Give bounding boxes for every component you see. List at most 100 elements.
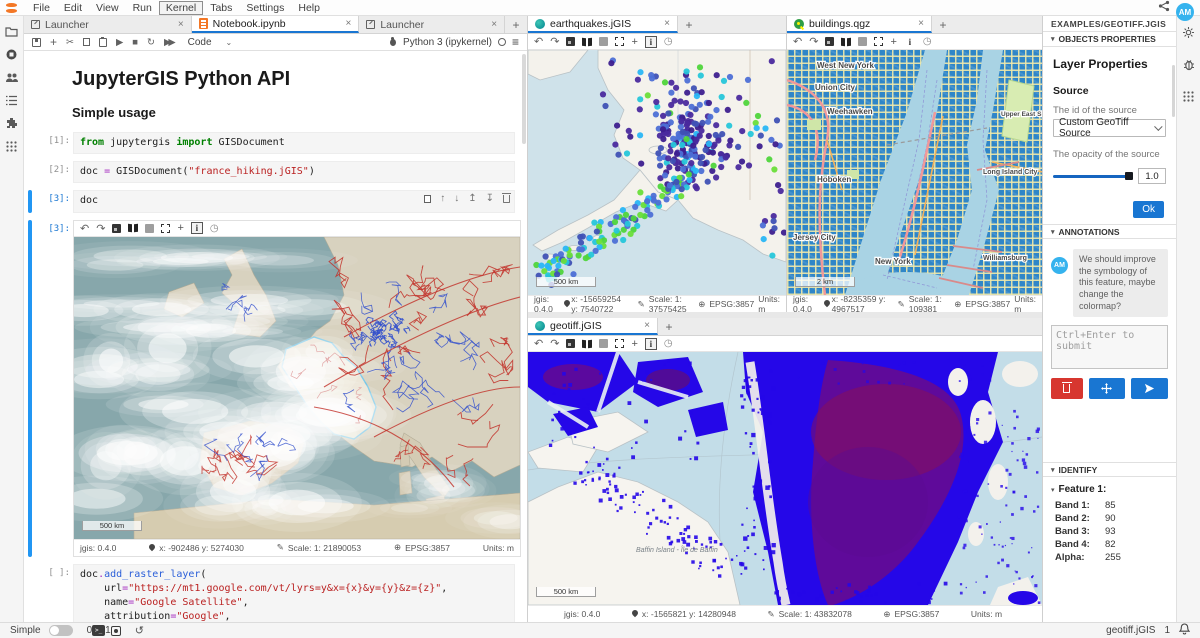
tab-launcher-2[interactable]: Launcher × xyxy=(359,16,505,33)
new-raster-layer-icon[interactable] xyxy=(566,37,575,46)
new-raster-layer-icon[interactable] xyxy=(825,37,834,46)
new-vector-layer-icon[interactable] xyxy=(599,37,608,46)
save-icon[interactable] xyxy=(32,38,41,47)
identify-section-header[interactable]: ▾ IDENTIFY xyxy=(1043,462,1176,477)
new-tab-button[interactable]: + xyxy=(658,318,680,335)
running-sessions-icon[interactable] xyxy=(5,47,19,61)
share-icon[interactable] xyxy=(1158,0,1170,17)
cell-type-dropdown[interactable]: Code⌄ xyxy=(188,37,233,48)
extent-icon[interactable] xyxy=(874,37,883,46)
layer-browser-icon[interactable] xyxy=(128,224,138,232)
geotiff-map[interactable]: Baffin Island - Île de Baffin 500 km xyxy=(528,352,1042,605)
history-icon[interactable]: ↺ xyxy=(135,624,144,637)
menu-edit[interactable]: Edit xyxy=(57,1,89,15)
close-tab-icon[interactable]: × xyxy=(634,320,650,331)
undo-icon[interactable]: ↶ xyxy=(534,337,543,350)
menu-tabs[interactable]: Tabs xyxy=(203,1,239,15)
paste-cell-icon[interactable] xyxy=(99,38,107,47)
identify-tool-icon[interactable]: i xyxy=(904,36,916,48)
close-tab-icon[interactable]: × xyxy=(654,18,670,29)
active-code-cell[interactable]: [3]: doc ↑ ↓ ↥ ↧ xyxy=(28,190,515,212)
notebook-menu-icon[interactable]: ≡ xyxy=(512,35,519,49)
add-layer-icon[interactable]: + xyxy=(890,36,896,48)
duplicate-cell-icon[interactable] xyxy=(424,195,431,203)
user-avatar[interactable]: AM xyxy=(1176,3,1194,21)
code-cell[interactable]: [ ]: doc.add_raster_layer( url="https://… xyxy=(28,564,515,622)
extension-manager-icon[interactable] xyxy=(5,116,19,130)
redo-icon[interactable]: ↷ xyxy=(809,35,818,48)
new-tab-button[interactable]: + xyxy=(505,16,527,33)
layer-browser-icon[interactable] xyxy=(582,340,592,348)
identify-tool-icon[interactable]: i xyxy=(191,222,203,234)
new-vector-layer-icon[interactable] xyxy=(858,37,867,46)
code-line[interactable]: attribution="Google", xyxy=(80,610,508,622)
move-up-icon[interactable]: ↑ xyxy=(440,193,445,204)
annotations-section-header[interactable]: ▾ ANNOTATIONS xyxy=(1043,224,1176,239)
extent-icon[interactable] xyxy=(161,224,170,233)
tab-notebook[interactable]: Notebook.ipynb × xyxy=(192,16,360,33)
delete-cell-icon[interactable] xyxy=(503,195,510,203)
cell-collapser[interactable] xyxy=(28,161,32,183)
close-tab-icon[interactable]: × xyxy=(336,18,352,29)
new-vector-layer-icon[interactable] xyxy=(599,339,608,348)
layer-browser-icon[interactable] xyxy=(841,38,851,46)
cell-collapser[interactable] xyxy=(28,564,32,622)
code-line[interactable]: url="https://mt1.google.com/vt/lyrs=y&x=… xyxy=(80,582,508,596)
copy-cell-icon[interactable] xyxy=(83,38,90,46)
output-collapser[interactable] xyxy=(28,220,32,557)
caret-down-icon[interactable]: ▾ xyxy=(1051,486,1055,494)
new-vector-layer-icon[interactable] xyxy=(145,224,154,233)
bell-icon[interactable] xyxy=(1179,623,1190,638)
property-inspector-icon[interactable] xyxy=(1182,26,1195,44)
tab-geotiff[interactable]: geotiff.jGIS × xyxy=(528,318,658,335)
redo-icon[interactable]: ↷ xyxy=(550,337,559,350)
tab-earthquakes[interactable]: earthquakes.jGIS × xyxy=(528,16,678,33)
menu-help[interactable]: Help xyxy=(291,1,327,15)
redo-icon[interactable]: ↷ xyxy=(550,35,559,48)
cell-collapser[interactable] xyxy=(28,190,32,212)
tab-launcher-1[interactable]: Launcher × xyxy=(24,16,192,33)
menu-run[interactable]: Run xyxy=(126,1,159,15)
slider-handle[interactable] xyxy=(1125,172,1133,180)
annotation-input[interactable]: Ctrl+Enter to submit xyxy=(1051,325,1168,369)
debugger-sidebar-icon[interactable] xyxy=(1183,58,1195,76)
france-map[interactable]: 500 km xyxy=(74,237,520,539)
submit-annotation-button[interactable] xyxy=(1131,378,1168,399)
code-line[interactable]: from jupytergis import GISDocument xyxy=(80,136,508,150)
code-line[interactable]: doc.add_raster_layer( xyxy=(80,568,508,582)
redo-icon[interactable]: ↷ xyxy=(96,222,105,235)
earthquakes-map[interactable]: 500 km xyxy=(528,50,786,295)
identify-tool-icon[interactable]: i xyxy=(645,36,657,48)
table-of-contents-icon[interactable] xyxy=(5,93,19,107)
menu-settings[interactable]: Settings xyxy=(239,1,291,15)
source-select[interactable]: Custom GeoTiff Source xyxy=(1053,119,1166,137)
layer-browser-icon[interactable] xyxy=(582,38,592,46)
sidebar-scrollbar[interactable] xyxy=(1172,65,1175,117)
new-tab-button[interactable]: + xyxy=(678,16,700,33)
cell-collapser[interactable] xyxy=(28,132,32,154)
code-cell[interactable]: [1]: from jupytergis import GISDocument xyxy=(28,132,515,154)
opacity-value[interactable]: 1.0 xyxy=(1138,168,1166,184)
history-icon[interactable]: ◷ xyxy=(664,338,673,349)
menu-file[interactable]: File xyxy=(26,1,57,15)
add-layer-icon[interactable]: + xyxy=(177,222,183,234)
close-tab-icon[interactable]: × xyxy=(168,19,184,30)
debugger-icon[interactable] xyxy=(388,37,397,47)
close-tab-icon[interactable]: × xyxy=(481,19,497,30)
move-down-icon[interactable]: ↓ xyxy=(454,193,459,204)
buildings-map[interactable]: West New York Union City Weehawken Hobok… xyxy=(787,50,1042,295)
new-raster-layer-icon[interactable] xyxy=(566,339,575,348)
stop-kernel-icon[interactable]: ■ xyxy=(132,37,138,48)
insert-above-icon[interactable]: ↥ xyxy=(468,193,476,204)
code-line[interactable]: doc = GISDocument("france_hiking.jGIS") xyxy=(80,165,508,179)
new-raster-layer-icon[interactable] xyxy=(112,224,121,233)
tab-buildings[interactable]: buildings.qgz × xyxy=(787,16,932,33)
insert-cell-icon[interactable]: + xyxy=(50,35,57,49)
add-layer-icon[interactable]: + xyxy=(631,338,637,350)
terminal-icon[interactable]: >_ xyxy=(92,625,105,636)
undo-icon[interactable]: ↶ xyxy=(534,35,543,48)
opacity-slider[interactable] xyxy=(1053,175,1132,178)
history-icon[interactable]: ◷ xyxy=(210,223,219,234)
jupytergis-right-panel-icon[interactable] xyxy=(1182,90,1195,108)
file-browser-icon[interactable] xyxy=(5,24,19,38)
